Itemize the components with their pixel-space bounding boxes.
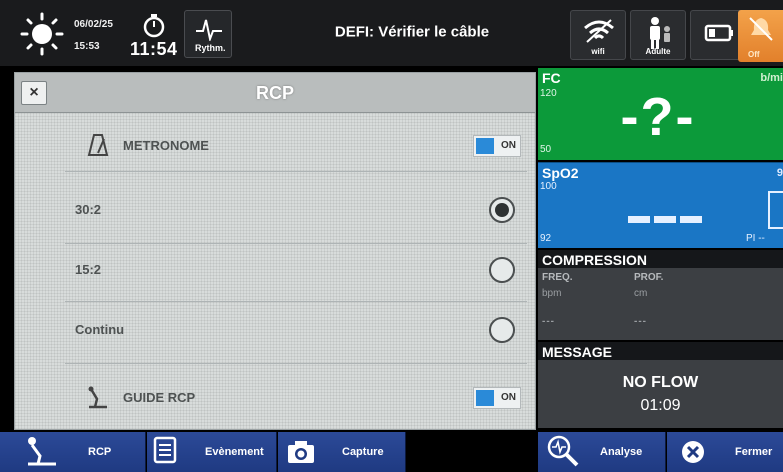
message-title: MESSAGE [542,344,613,360]
dialog-title: RCP [255,83,294,103]
heart-rate-panel[interactable]: FC b/mi 120 50 -?- [538,68,783,160]
close-icon[interactable]: × [21,81,47,105]
capture-label: Capture [342,446,384,458]
spo2-dash [654,216,676,223]
cpr-guide-icon [88,386,107,409]
dialog-header: RCP × [15,73,535,113]
spo2-dash [628,216,650,223]
capture-button[interactable]: Capture [278,432,406,472]
message-header: MESSAGE [538,342,783,360]
wifi-icon [584,19,614,43]
radio-button[interactable] [489,257,515,283]
metronome-label: METRONOME [123,138,209,153]
analyse-button[interactable]: Analyse [538,432,666,472]
fc-value: -?- [620,87,696,147]
date-time: 06/02/25 15:53 [74,14,113,58]
message-panel: MESSAGE NO FLOW 01:09 [538,342,783,428]
time-text: 15:53 [74,41,100,52]
spo2-low-limit: 92 [540,233,552,244]
analyse-icon [547,435,579,467]
spo2-dash [680,216,702,223]
date-text: 06/02/25 [74,19,113,30]
fc-low-limit: 50 [540,144,552,155]
divider [65,363,527,364]
rcp-dialog: RCP × METRONOME ON 30:2 15:2 Continu GUI… [14,72,536,430]
patient-type-label: Adulte [645,47,671,56]
rcp-label: RCP [88,446,112,458]
elapsed-clock: 11:54 [130,39,178,59]
timer-icon [143,14,165,38]
fc-high-limit: 120 [540,88,557,99]
metronome-row: METRONOME ON [65,121,527,171]
option-continu[interactable]: Continu [65,305,527,355]
bottom-toolbar: RCP Evènement Capture Analyse Fermer [0,432,783,472]
wifi-label: wifi [591,47,605,56]
compression-header: COMPRESSION [538,250,783,268]
message-timer: 01:09 [640,397,681,414]
spo2-panel[interactable]: SpO2 9 100 92 PI -- [538,162,783,248]
option-label: Continu [75,322,125,337]
guide-rcp-toggle-state: ON [501,392,516,403]
toggle-knob [476,138,494,154]
freq-unit: bpm [542,288,562,299]
brightness-icon[interactable] [16,12,68,56]
option-label: 15:2 [75,262,102,277]
status-bar: 06/02/25 15:53 11:54 Rythm. DEFI: Vérifi… [0,0,783,66]
option-30-2[interactable]: 30:2 [65,185,527,235]
wifi-button[interactable]: wifi [570,10,626,60]
fc-unit: b/mi [760,72,783,84]
toggle-knob [476,390,494,406]
radio-button[interactable] [489,317,515,343]
fc-title: FC [542,70,561,86]
alarm-message: DEFI: Vérifier le câble [334,23,490,41]
prof-label: PROF. [634,272,664,283]
guide-rcp-row: GUIDE RCP ON [65,373,527,423]
message-status: NO FLOW [622,374,699,391]
metronome-icon [87,134,109,156]
spo2-pi: PI -- [746,233,765,244]
metronome-toggle[interactable]: ON [473,135,521,157]
events-label: Evènement [205,446,264,458]
events-button[interactable]: Evènement [147,432,277,472]
pleth-bar [768,191,783,229]
radio-button-selected[interactable] [489,197,515,223]
sound-off-label: Off [748,50,760,59]
compression-panel[interactable]: COMPRESSION FREQ. bpm --- PROF. cm --- [538,250,783,340]
freq-value: --- [542,316,555,327]
patient-type-button[interactable]: Adulte [630,10,686,60]
spo2-high-limit: 100 [540,181,557,192]
event-list-icon [153,436,177,464]
metronome-toggle-state: ON [501,140,516,151]
ecg-icon [196,19,222,41]
prof-value: --- [634,316,647,327]
divider [65,301,527,302]
analyse-label: Analyse [600,446,643,458]
spo2-unit: 9 [776,167,783,179]
adult-icon [650,17,670,49]
bell-off-icon [749,17,773,41]
rcp-button[interactable]: RCP [0,432,146,472]
compression-title: COMPRESSION [542,252,648,268]
battery-icon [704,24,733,42]
cpr-icon [28,437,56,466]
close-circle-icon [682,441,704,463]
camera-icon [288,441,314,463]
spo2-title: SpO2 [542,165,579,181]
close-label: Fermer [735,446,773,458]
divider [65,243,527,244]
divider [65,171,527,172]
close-panel-button[interactable]: Fermer [667,432,783,472]
guide-rcp-label: GUIDE RCP [123,390,196,405]
freq-label: FREQ. [542,272,573,283]
guide-rcp-toggle[interactable]: ON [473,387,521,409]
option-label: 30:2 [75,202,102,217]
option-15-2[interactable]: 15:2 [65,245,527,295]
rhythm-button[interactable]: Rythm. [184,10,232,58]
rhythm-label: Rythm. [195,43,226,53]
sound-off-button[interactable]: Off [738,10,783,62]
prof-unit: cm [634,288,648,299]
